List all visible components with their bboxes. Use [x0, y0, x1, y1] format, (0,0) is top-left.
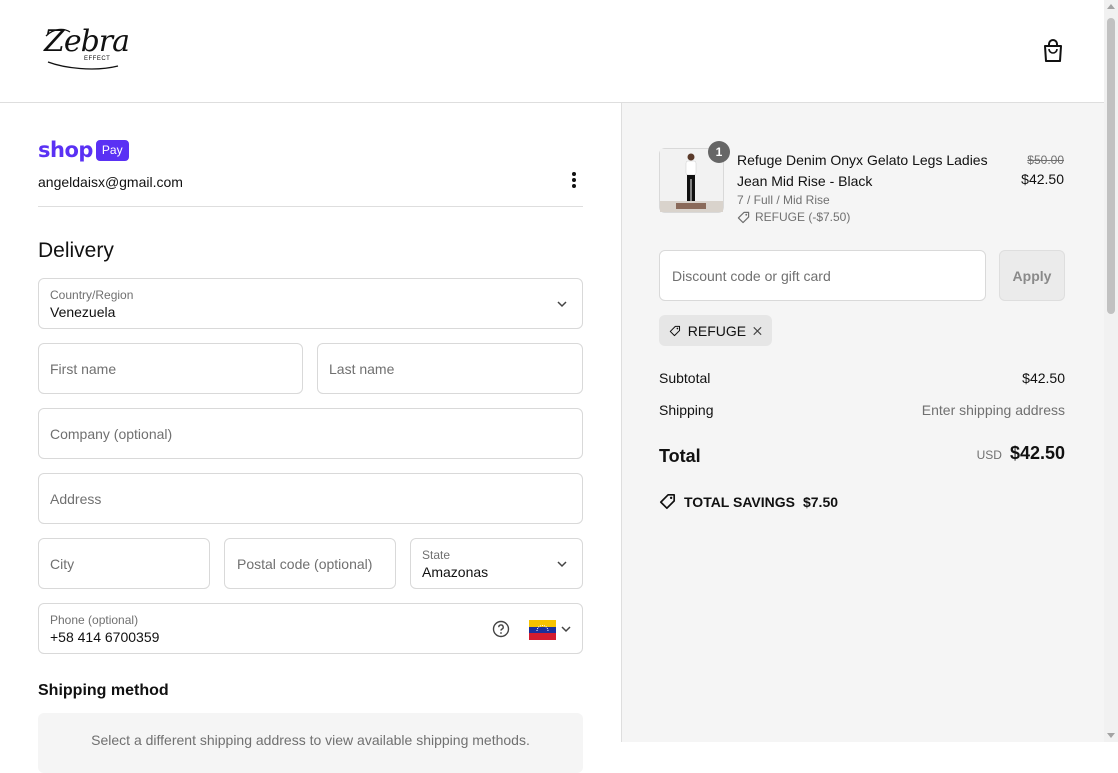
product-variant: 7 / Full / Mid Rise — [737, 193, 830, 207]
question-circle-icon[interactable] — [492, 620, 510, 638]
shipping-value: Enter shipping address — [921, 402, 1065, 418]
first-name-field[interactable]: First name — [38, 343, 303, 394]
country-select[interactable]: Country/Region Venezuela — [38, 278, 583, 329]
product-price: $42.50 — [1021, 171, 1064, 187]
shop-pay-pill: Pay — [95, 139, 129, 161]
total-amount: USD $42.50 — [977, 443, 1065, 464]
company-field[interactable]: Company (optional) — [38, 408, 583, 459]
scroll-down-arrow-icon[interactable] — [1107, 733, 1115, 738]
chevron-down-icon — [557, 300, 567, 307]
quantity-badge: 1 — [708, 141, 730, 163]
venezuela-flag-icon[interactable] — [529, 620, 556, 640]
total-savings-value: $7.50 — [802, 493, 839, 510]
last-name-field[interactable]: Last name — [317, 343, 583, 394]
product-original-price: $50.00 — [1027, 153, 1064, 167]
total-label: Total — [659, 446, 701, 466]
divider — [38, 206, 583, 207]
logo-swoosh-icon — [45, 28, 119, 70]
product-discount: REFUGE (-$7.50) — [737, 210, 850, 224]
company-placeholder: Company (optional) — [50, 425, 173, 442]
city-placeholder: City — [50, 555, 75, 572]
total-row: Total USD $42.50 — [659, 443, 1065, 467]
postal-code-placeholder: Postal code (optional) — [237, 555, 373, 572]
total-value: $42.50 — [1009, 443, 1065, 463]
shipping-methods-box: Select a different shipping address to v… — [38, 713, 583, 773]
chevron-down-icon — [557, 560, 567, 567]
shipping-row: Shipping Enter shipping address — [659, 402, 1065, 418]
shop-pay-logo: shop Pay — [38, 138, 129, 162]
store-logo[interactable]: Zebra EFFECT — [44, 22, 130, 78]
tag-icon — [737, 211, 750, 223]
shop-pay-wordmark: shop — [38, 138, 93, 162]
product-name: Refuge Denim Onyx Gelato Legs Ladies Jea… — [737, 152, 988, 189]
close-icon[interactable] — [753, 325, 762, 337]
applied-discount-chip: REFUGE — [659, 315, 772, 346]
city-field[interactable]: City — [38, 538, 210, 589]
total-savings: TOTAL SAVINGS $7.50 — [659, 493, 838, 510]
tag-icon — [669, 325, 681, 336]
shopping-bag-icon[interactable] — [1041, 38, 1065, 64]
chevron-down-icon[interactable] — [561, 626, 571, 633]
apply-discount-button[interactable]: Apply — [999, 250, 1065, 301]
country-label: Country/Region — [50, 288, 134, 302]
scrollbar-thumb[interactable] — [1107, 18, 1115, 314]
phone-value: +58 414 6700359 — [50, 629, 160, 645]
subtotal-row: Subtotal $42.50 — [659, 370, 1065, 386]
kebab-menu-icon[interactable] — [566, 170, 582, 190]
state-value: Amazonas — [422, 564, 489, 580]
state-label: State — [422, 548, 451, 562]
total-savings-label: TOTAL SAVINGS — [684, 493, 795, 510]
account-email: angeldaisx@gmail.com — [38, 174, 183, 190]
site-header: Zebra EFFECT — [0, 0, 1104, 103]
product-discount-text: REFUGE (-$7.50) — [755, 210, 851, 224]
scroll-up-arrow-icon[interactable] — [1107, 4, 1115, 9]
shipping-methods-message: Select a different shipping address to v… — [91, 732, 530, 748]
discount-code-input[interactable]: Discount code or gift card — [659, 250, 986, 301]
checkout-form-column: shop Pay angeldaisx@gmail.com Delivery C… — [0, 104, 621, 773]
first-name-placeholder: First name — [50, 360, 117, 377]
currency-code: USD — [976, 448, 1002, 462]
address-field[interactable]: Address — [38, 473, 583, 524]
page-scrollbar[interactable] — [1104, 0, 1118, 742]
tag-icon — [659, 493, 676, 510]
discount-code-placeholder: Discount code or gift card — [672, 267, 831, 284]
delivery-heading: Delivery — [38, 239, 114, 262]
last-name-placeholder: Last name — [329, 360, 395, 377]
applied-discount-code: REFUGE — [687, 322, 747, 339]
subtotal-value: $42.50 — [1022, 370, 1065, 386]
subtotal-label: Subtotal — [659, 370, 711, 386]
address-placeholder: Address — [50, 490, 102, 507]
shipping-method-heading: Shipping method — [38, 682, 169, 699]
postal-code-field[interactable]: Postal code (optional) — [224, 538, 396, 589]
shipping-label: Shipping — [659, 402, 714, 418]
phone-field[interactable]: Phone (optional) +58 414 6700359 — [38, 603, 583, 654]
phone-label: Phone (optional) — [50, 613, 139, 627]
order-summary-column: 1 Refuge Denim Onyx Gelato Legs Ladies J… — [621, 103, 1104, 742]
state-select[interactable]: State Amazonas — [410, 538, 583, 589]
country-value: Venezuela — [50, 304, 116, 320]
